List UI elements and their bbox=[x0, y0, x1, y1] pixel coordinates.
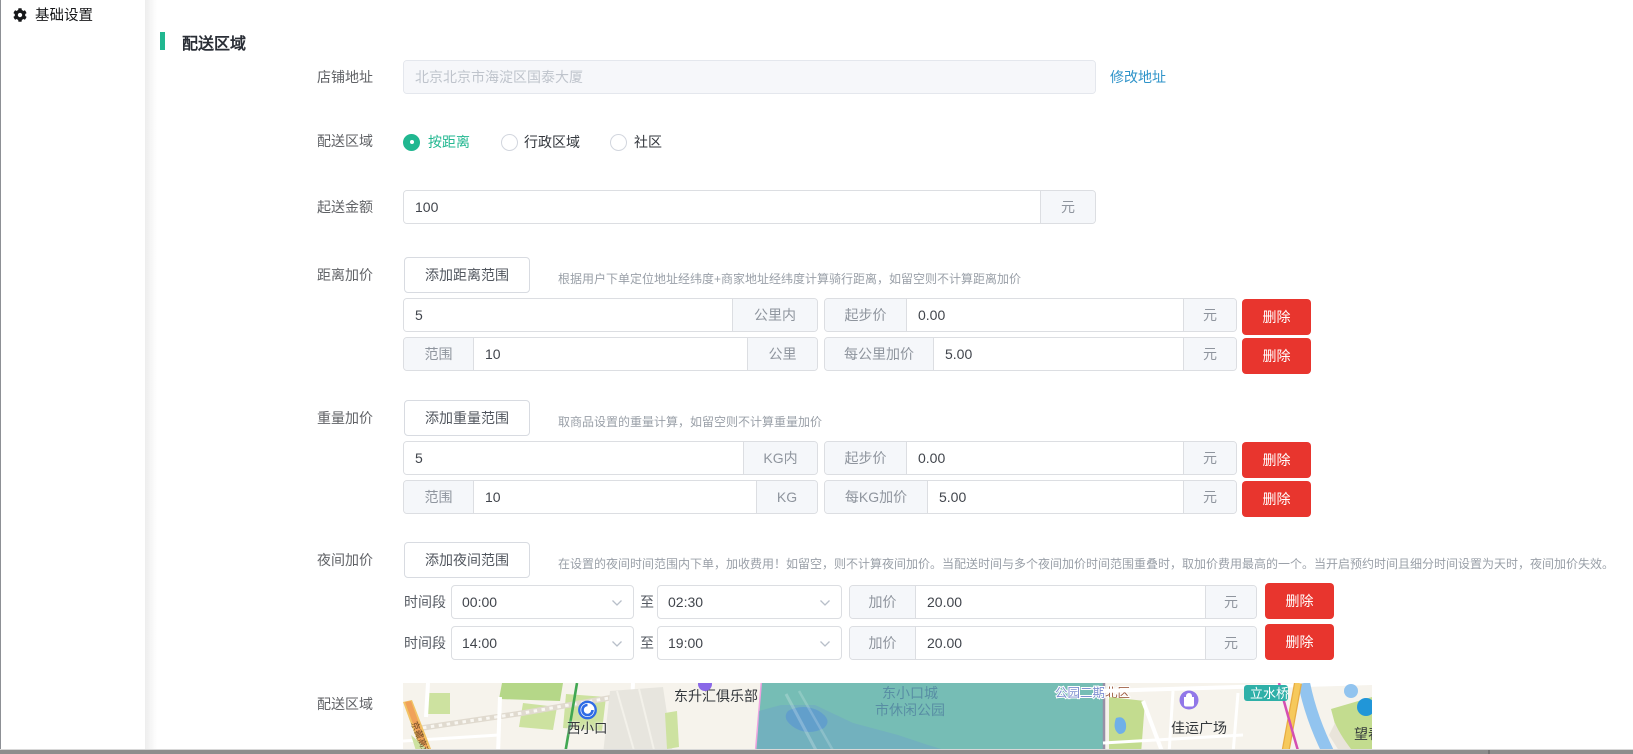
svg-text:公园二期: 公园二期 bbox=[1055, 686, 1105, 700]
svg-text:北区: 北区 bbox=[1105, 686, 1130, 700]
svg-text:佳运广场: 佳运广场 bbox=[1171, 720, 1227, 736]
svg-text:东小口城: 东小口城 bbox=[882, 685, 938, 701]
svg-text:立水桥: 立水桥 bbox=[1250, 686, 1289, 701]
svg-text:望春: 望春 bbox=[1354, 726, 1372, 742]
svg-text:西小口: 西小口 bbox=[567, 721, 608, 736]
svg-text:市休闲公园: 市休闲公园 bbox=[875, 702, 945, 718]
svg-text:东升汇俱乐部: 东升汇俱乐部 bbox=[674, 688, 758, 704]
